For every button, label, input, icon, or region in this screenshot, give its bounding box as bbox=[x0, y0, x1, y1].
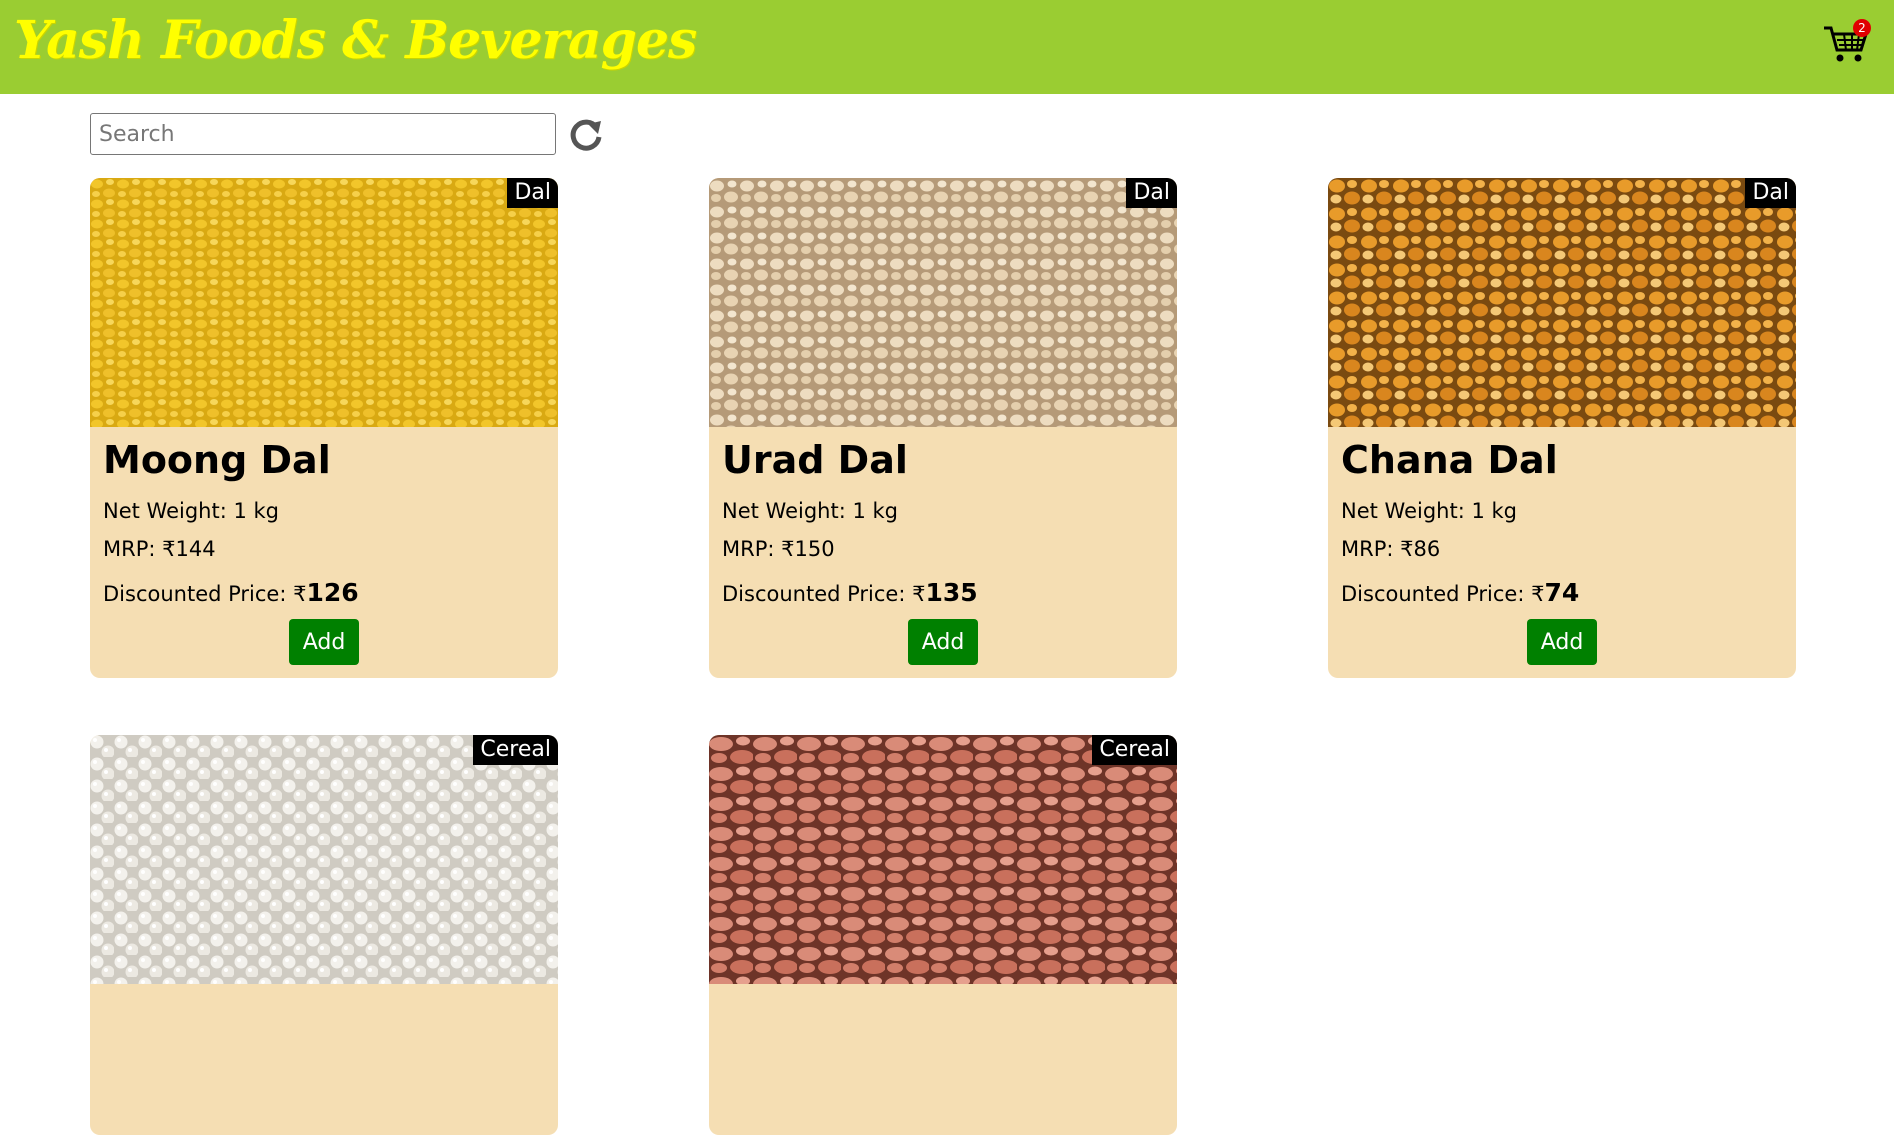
net-weight: Net Weight: 1 kg bbox=[722, 499, 898, 523]
category-tag: Cereal bbox=[1092, 735, 1177, 765]
search-input[interactable] bbox=[90, 113, 556, 155]
product-photo-peanuts bbox=[709, 735, 1177, 984]
discounted-price-value: 135 bbox=[925, 578, 978, 607]
brand-logo[interactable]: Yash Foods & Beverages bbox=[14, 10, 697, 71]
cart-count-badge: 2 bbox=[1853, 19, 1871, 37]
add-to-cart-button[interactable]: Add bbox=[1527, 619, 1597, 665]
mrp: MRP: ₹86 bbox=[1341, 537, 1441, 561]
discounted-price: Discounted Price: ₹126 bbox=[103, 578, 359, 607]
net-weight: Net Weight: 1 kg bbox=[103, 499, 279, 523]
product-card-urad-dal: Dal Urad Dal Net Weight: 1 kg MRP: ₹150 … bbox=[709, 178, 1177, 678]
product-card-moong-dal: Dal Moong Dal Net Weight: 1 kg MRP: ₹144… bbox=[90, 178, 558, 678]
product-card-peanuts: Cereal bbox=[709, 735, 1177, 1135]
product-card-chana-dal: Dal Chana Dal Net Weight: 1 kg MRP: ₹86 … bbox=[1328, 178, 1796, 678]
product-photo-chana-dal bbox=[1328, 178, 1796, 427]
product-name: Moong Dal bbox=[103, 438, 331, 482]
discounted-price-label: Discounted Price: ₹ bbox=[722, 582, 926, 606]
net-weight: Net Weight: 1 kg bbox=[1341, 499, 1517, 523]
discounted-price: Discounted Price: ₹135 bbox=[722, 578, 978, 607]
mrp: MRP: ₹144 bbox=[103, 537, 216, 561]
product-photo-moong-dal bbox=[90, 178, 558, 427]
top-header: Yash Foods & Beverages bbox=[0, 0, 1894, 94]
category-tag: Cereal bbox=[473, 735, 558, 765]
discounted-price-label: Discounted Price: ₹ bbox=[103, 582, 307, 606]
discounted-price-value: 126 bbox=[306, 578, 359, 607]
discounted-price: Discounted Price: ₹74 bbox=[1341, 578, 1579, 607]
refresh-icon[interactable] bbox=[568, 117, 604, 153]
mrp: MRP: ₹150 bbox=[722, 537, 835, 561]
discounted-price-label: Discounted Price: ₹ bbox=[1341, 582, 1545, 606]
category-tag: Dal bbox=[1745, 178, 1796, 208]
product-card-sabudana: Cereal bbox=[90, 735, 558, 1135]
product-name: Urad Dal bbox=[722, 438, 908, 482]
discounted-price-value: 74 bbox=[1544, 578, 1580, 607]
product-photo-sabudana bbox=[90, 735, 558, 984]
add-to-cart-button[interactable]: Add bbox=[289, 619, 359, 665]
product-photo-urad-dal bbox=[709, 178, 1177, 427]
category-tag: Dal bbox=[1126, 178, 1177, 208]
add-to-cart-button[interactable]: Add bbox=[908, 619, 978, 665]
product-name: Chana Dal bbox=[1341, 438, 1558, 482]
category-tag: Dal bbox=[507, 178, 558, 208]
